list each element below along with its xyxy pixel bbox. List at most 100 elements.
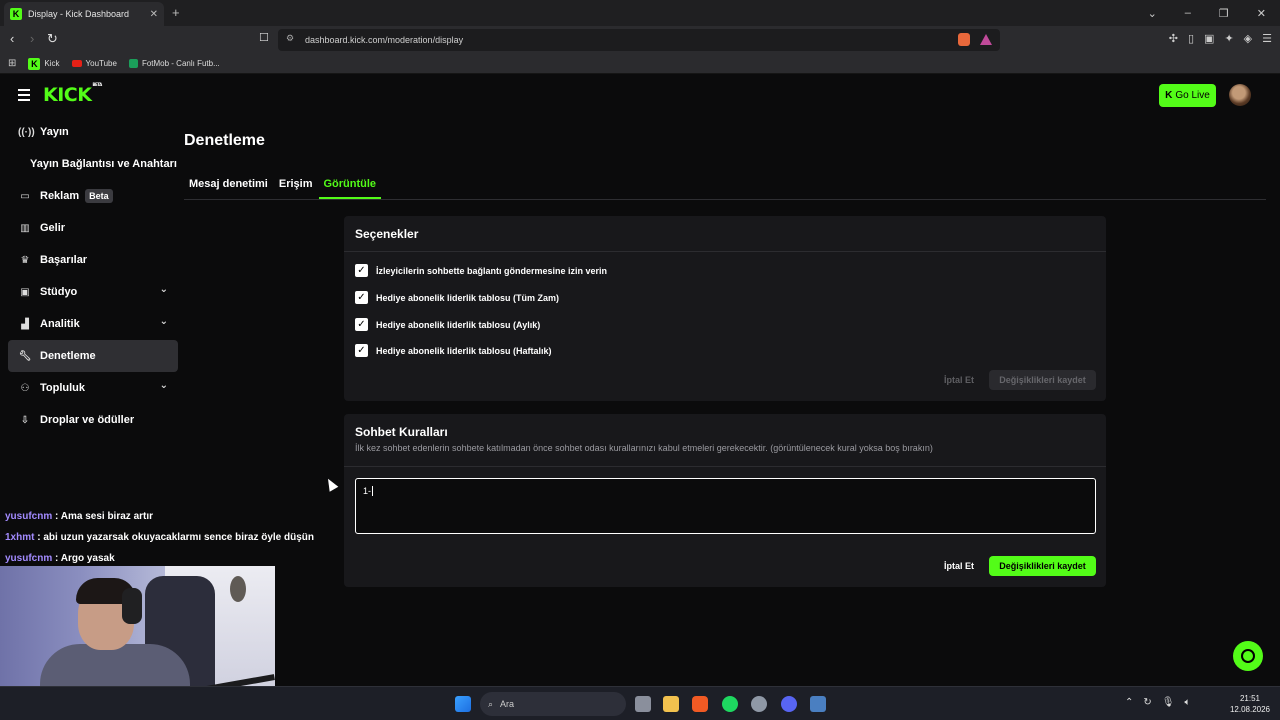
start-windows-icon[interactable]	[455, 696, 471, 712]
menu-icon[interactable]: ☰	[1262, 32, 1272, 45]
chevron-down-icon: ⌄	[159, 380, 168, 391]
divider	[344, 466, 1106, 467]
chat-username: 1xhmt	[5, 532, 35, 543]
checkbox-checked-icon[interactable]: ✓	[355, 318, 368, 331]
speaker-icon[interactable]: 🔈︎	[1184, 697, 1190, 708]
leo-ai-icon[interactable]: ✦	[1224, 32, 1233, 45]
option-leaderboard-monthly[interactable]: ✓ Hediye abonelik liderlik tablosu (Aylı…	[355, 318, 540, 331]
fotmob-icon	[128, 59, 138, 68]
save-button[interactable]: Değişiklikleri kaydet	[989, 556, 1096, 576]
new-tab-icon[interactable]: +	[172, 5, 180, 20]
forward-icon[interactable]: ›	[30, 31, 34, 46]
wrench-icon: 🔧︎	[18, 350, 32, 362]
sidebar-item-yayin[interactable]: ((·)) Yayın	[8, 116, 178, 148]
avatar[interactable]	[1229, 84, 1251, 106]
tab-display[interactable]: Görüntüle	[318, 171, 382, 199]
tab-list-icon[interactable]: ⌄	[1148, 7, 1157, 20]
task-view-icon[interactable]	[635, 696, 651, 712]
back-icon[interactable]: ‹	[10, 31, 14, 46]
address-bar[interactable]: ⚙ dashboard.kick.com/moderation/display	[278, 29, 1000, 51]
chat-rules-textarea[interactable]: 1-	[355, 478, 1096, 534]
apps-grid-icon[interactable]: ⊞	[8, 58, 16, 69]
sidebar-toggle-icon[interactable]: ▯	[1188, 32, 1194, 45]
sidebar-item-stream-key[interactable]: Yayın Bağlantısı ve Anahtarı	[8, 148, 178, 180]
sync-icon[interactable]: ↻	[1143, 697, 1151, 708]
vpn-icon[interactable]: ◈	[1244, 32, 1252, 45]
close-window-icon[interactable]: ✕	[1257, 7, 1266, 20]
checkbox-checked-icon[interactable]: ✓	[355, 264, 368, 277]
close-tab-icon[interactable]: ✕	[150, 9, 158, 20]
site-info-icon[interactable]: ⚙	[286, 33, 294, 44]
sidebar-item-denetleme[interactable]: 🔧︎ Denetleme	[8, 340, 178, 372]
steam-icon[interactable]	[810, 696, 826, 712]
windows-taskbar: ⌕ Ara ⌃ ↻ 🎙︎ 🔈︎ 21:51 12.08.2026	[0, 686, 1280, 720]
minimize-icon[interactable]: –	[1185, 7, 1191, 19]
microphone-icon[interactable]: 🎙︎	[1162, 697, 1175, 708]
cancel-button[interactable]: İptal Et	[936, 556, 982, 576]
bookmarks-bar: ⊞ K Kick YouTube FotMob - Canlı Futb...	[0, 54, 1280, 74]
bookmark-kick[interactable]: K Kick	[28, 57, 60, 70]
window-controls: ⌄ – ❐ ✕	[1148, 0, 1280, 26]
kick-k-icon: K	[1165, 90, 1173, 101]
extensions-icon[interactable]: ✣	[1169, 32, 1178, 45]
chat-message: 1xhmt : abi uzun yazarsak okuyacaklarmı …	[5, 532, 315, 543]
taskbar-clock[interactable]: 21:51 12.08.2026	[1226, 693, 1274, 715]
chat-text: Ama sesi biraz artır	[60, 511, 154, 522]
kick-favicon-icon: K	[10, 8, 22, 20]
maximize-icon[interactable]: ❐	[1219, 7, 1229, 20]
headset-icon	[1241, 649, 1255, 663]
taskbar-search[interactable]: ⌕ Ara	[480, 692, 626, 716]
sidebar-item-reklam[interactable]: ▭ Reklam Beta	[8, 180, 178, 212]
brave-rewards-icon[interactable]	[980, 34, 992, 45]
beta-badge: Beta	[85, 189, 113, 203]
support-chat-button[interactable]	[1233, 641, 1263, 671]
brave-browser-icon[interactable]	[692, 696, 708, 712]
discord-icon[interactable]	[781, 696, 797, 712]
obs-icon[interactable]	[751, 696, 767, 712]
dashboard-sidebar: ((·)) Yayın Yayın Bağlantısı ve Anahtarı…	[8, 116, 178, 436]
stream-chat-overlay: yusufcnm : Ama sesi biraz artır 1xhmt : …	[5, 506, 314, 569]
sidebar-item-topluluk[interactable]: ⚇ Topluluk ⌄	[8, 372, 178, 404]
tab-message-moderation[interactable]: Mesaj denetimi	[184, 171, 273, 199]
hamburger-menu-icon[interactable]	[18, 89, 30, 104]
chat-text: Argo yasak	[60, 553, 115, 564]
options-card: Seçenekler ✓ İzleyicilerin sohbette bağl…	[344, 216, 1106, 401]
sidebar-item-gelir[interactable]: ▥ Gelir	[8, 212, 178, 244]
cancel-button[interactable]: İptal Et	[936, 370, 982, 390]
sidebar-item-studyo[interactable]: ▣ Stüdyo ⌄	[8, 276, 178, 308]
spotify-icon[interactable]	[722, 696, 738, 712]
brave-shields-icon[interactable]	[958, 33, 970, 46]
studio-icon: ▣	[20, 286, 30, 298]
youtube-icon	[71, 60, 82, 67]
kick-logo[interactable]: KICKBETA	[43, 82, 102, 106]
bookmark-youtube[interactable]: YouTube	[71, 59, 117, 68]
chevron-up-icon[interactable]: ⌃	[1125, 697, 1133, 708]
file-explorer-icon[interactable]	[663, 696, 679, 712]
browser-tab[interactable]: K Display - Kick Dashboard ✕	[4, 2, 164, 26]
option-leaderboard-all-time[interactable]: ✓ Hediye abonelik liderlik tablosu (Tüm …	[355, 291, 559, 304]
browser-tab-bar: K Display - Kick Dashboard ✕ + ⌄ – ❐ ✕	[0, 0, 1280, 26]
chat-rules-description: İlk kez sohbet edenlerin sohbete katılma…	[355, 443, 933, 453]
bookmark-icon[interactable]: ☐	[259, 31, 269, 44]
search-icon: ⌕	[488, 698, 494, 709]
tab-access[interactable]: Erişim	[274, 171, 318, 199]
chevron-down-icon: ⌄	[159, 316, 168, 327]
text-caret	[372, 486, 374, 496]
revenue-icon: ▥	[20, 222, 30, 234]
bookmark-fotmob[interactable]: FotMob - Canlı Futb...	[128, 59, 220, 68]
chevron-down-icon: ⌄	[159, 284, 168, 295]
save-button[interactable]: Değişiklikleri kaydet	[989, 370, 1096, 390]
checkbox-checked-icon[interactable]: ✓	[355, 291, 368, 304]
browser-right-tools: ✣ ▯ ▣ ✦ ◈ ☰	[1169, 32, 1272, 45]
chat-message: yusufcnm : Ama sesi biraz artır	[5, 511, 154, 522]
sidebar-item-droplar[interactable]: ⇩ Droplar ve ödüller	[8, 404, 178, 436]
sidebar-item-analitik[interactable]: ▟ Analitik ⌄	[8, 308, 178, 340]
wallet-icon[interactable]: ▣	[1204, 32, 1214, 45]
checkbox-checked-icon[interactable]: ✓	[355, 344, 368, 357]
chat-rules-card: Sohbet Kuralları İlk kez sohbet edenleri…	[344, 414, 1106, 587]
option-allow-links[interactable]: ✓ İzleyicilerin sohbette bağlantı gönder…	[355, 264, 607, 277]
option-leaderboard-weekly[interactable]: ✓ Hediye abonelik liderlik tablosu (Haft…	[355, 344, 552, 357]
reload-icon[interactable]: ↻	[47, 31, 58, 47]
go-live-button[interactable]: K Go Live	[1159, 84, 1216, 107]
sidebar-item-basarilar[interactable]: ♛ Başarılar	[8, 244, 178, 276]
